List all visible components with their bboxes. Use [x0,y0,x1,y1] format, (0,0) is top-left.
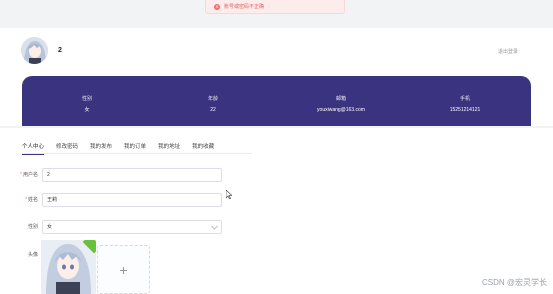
stat-age: 年龄 22 [193,94,233,116]
stats-band: 性别 女 年龄 22 邮箱 youxiwang@163.com 手机 15251… [22,76,531,126]
stat-phone: 手机 15251214121 [435,94,495,116]
stat-email: 邮箱 youxiwang@163.com [306,94,376,116]
toast-shadow [212,15,252,20]
form-row-name: *姓名 王莉 [0,193,250,207]
chevron-down-icon [210,222,219,230]
avatar-label: 头像 [27,252,38,258]
form-row-username: *用户名 2 [0,168,250,182]
toast-message: 账号或密码不正确 [224,4,265,10]
gender-selected-value: 女 [47,224,53,230]
tab-divider [22,153,252,154]
uploaded-avatar-thumb[interactable] [41,240,96,294]
close-circle-icon: ✕ [214,3,220,10]
mouse-cursor-icon [226,190,232,199]
gender-label: 性别 [27,224,38,230]
uploaded-avatar-image [41,240,96,294]
watermark: CSDN @宏灵学长 [481,278,547,287]
required-mark: * [25,197,27,203]
stat-label: 年龄 [207,96,218,102]
username-label: *用户名 [20,172,38,178]
profile-card: 2 退出登录 性别 女 年龄 22 邮箱 youxiwang@163.com 手… [0,28,553,126]
error-toast: ✕ 账号或密码不正确 [205,0,345,14]
form-row-gender: 性别 女 [0,220,250,234]
logout-link[interactable]: 退出登录 [498,48,518,55]
stat-label: 手机 [459,96,470,102]
gender-select[interactable]: 女 [42,220,222,234]
stat-label: 邮箱 [335,96,346,102]
stat-label: 性别 [81,96,92,102]
stat-value: youxiwang@163.com [317,107,365,113]
username-input[interactable]: 2 [42,168,222,182]
name-label: *姓名 [25,197,38,203]
user-nickname: 2 [58,47,62,54]
stat-gender: 性别 女 [67,94,107,116]
stat-value: 女 [84,107,90,113]
avatar [21,37,48,64]
required-mark: * [20,172,22,178]
stat-value: 22 [210,107,216,113]
avatar-illustration [21,37,48,64]
content-panel: 个人中心 修改密码 我的发布 我的订单 我的地址 我的收藏 *用户名 2 *姓名… [0,128,553,294]
upload-add-button[interactable]: + [97,245,150,294]
stat-value: 15251214121 [449,107,481,113]
name-input[interactable]: 王莉 [42,193,222,207]
